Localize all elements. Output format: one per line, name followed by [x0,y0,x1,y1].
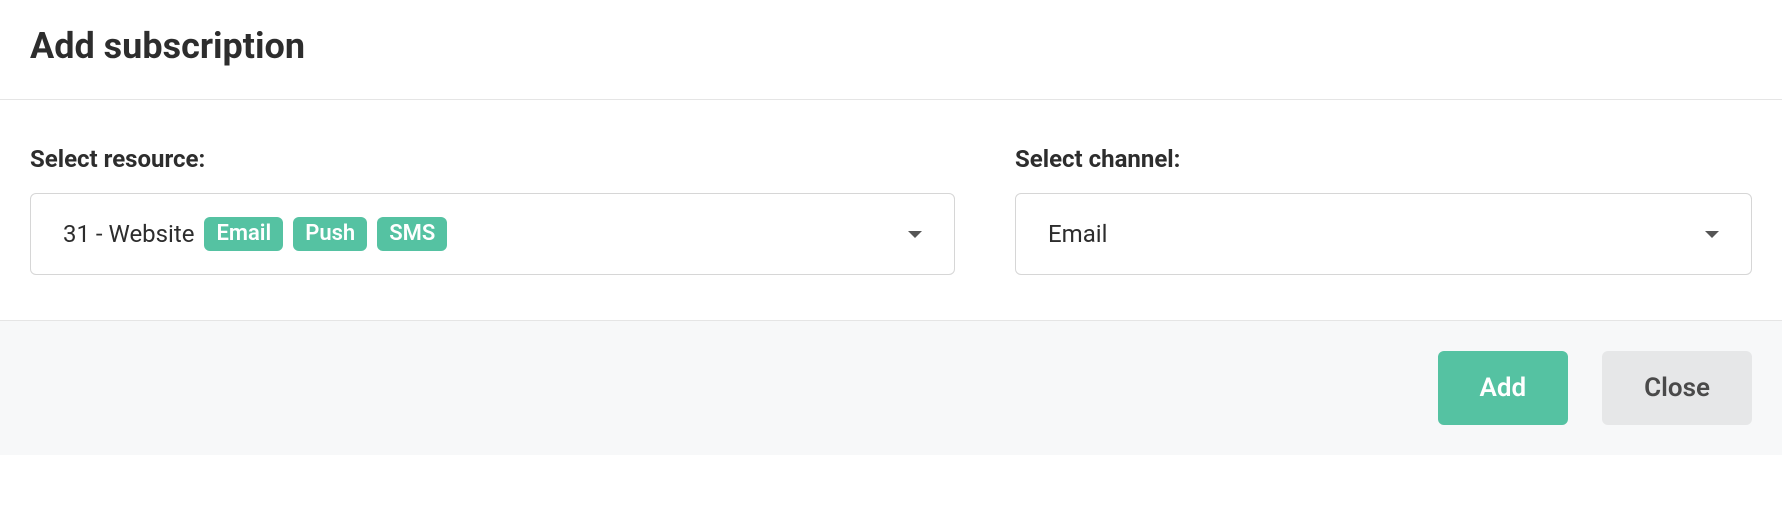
channel-label: Select channel: [1015,145,1752,173]
resource-label: Select resource: [30,145,955,173]
dialog-title: Add subscription [30,25,1752,67]
dialog-body: Select resource: 31 - Website Email Push… [0,100,1782,320]
channel-selected-text: Email [1048,220,1107,248]
resource-selected-text: 31 - Website [63,220,194,248]
resource-badge-sms: SMS [377,217,447,251]
caret-down-icon [1705,231,1719,238]
close-button[interactable]: Close [1602,351,1752,425]
resource-badge-push: Push [293,217,367,251]
resource-field-group: Select resource: 31 - Website Email Push… [30,145,955,275]
channel-select[interactable]: Email [1015,193,1752,275]
channel-field-group: Select channel: Email [1015,145,1752,275]
dialog-footer: Add Close [0,320,1782,455]
add-button[interactable]: Add [1438,351,1569,425]
resource-select-content: 31 - Website Email Push SMS [63,217,447,251]
caret-down-icon [908,231,922,238]
add-subscription-dialog: Add subscription Select resource: 31 - W… [0,0,1782,455]
dialog-header: Add subscription [0,0,1782,99]
resource-select[interactable]: 31 - Website Email Push SMS [30,193,955,275]
channel-select-content: Email [1048,220,1107,248]
resource-badge-email: Email [204,217,283,251]
